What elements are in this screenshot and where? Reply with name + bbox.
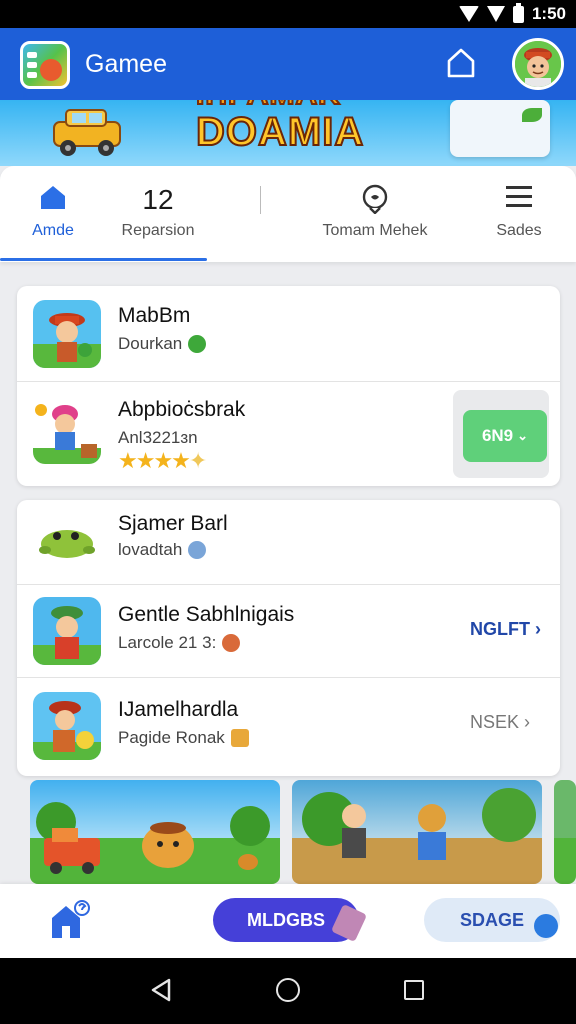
active-tab-indicator xyxy=(0,258,207,261)
game-list-card-2: Sjamer Barl lovadtah Gentle Sabhlnigais … xyxy=(17,500,560,776)
tab-number: 12 xyxy=(142,184,174,215)
tab-label: Sades xyxy=(496,222,542,239)
game-subtitle: Anl3221ɜn xyxy=(118,428,198,447)
list-item[interactable]: MabBm Dourkan xyxy=(17,286,560,382)
rating-stars: ★★★★✦ xyxy=(118,448,207,473)
chevron-down-icon: ⌄ xyxy=(517,428,529,443)
game-subtitle: lovadtah xyxy=(118,540,207,560)
recents-icon[interactable] xyxy=(404,980,424,1000)
app-title: Gamee xyxy=(85,50,167,78)
status-bar: 1:50 xyxy=(0,0,576,28)
system-home-icon[interactable] xyxy=(276,978,300,1002)
bottom-nav: MLDGBS SDAGE xyxy=(0,884,576,958)
row-action-link[interactable]: NSEK › xyxy=(470,712,530,733)
battery-icon xyxy=(512,2,524,23)
tab-tomam-mehek[interactable]: Tomam Mehek xyxy=(300,166,450,262)
game-title: MabBm xyxy=(118,304,191,327)
game-thumbnail[interactable] xyxy=(30,780,280,884)
game-title: Gentle Sabhlnigais xyxy=(118,603,295,626)
row-action-label: NGLFT xyxy=(470,619,530,639)
tab-label: Amde xyxy=(32,222,74,239)
home-icon[interactable] xyxy=(48,900,92,940)
install-button-label: 6N9 xyxy=(481,426,514,445)
list-item[interactable]: IJamelhardla Pagide Ronak NSEK › xyxy=(17,678,560,776)
tab-reparsion[interactable]: 12 Reparsion xyxy=(106,166,210,262)
game-subtitle: Pagide Ronak xyxy=(118,728,249,748)
system-nav-bar xyxy=(0,958,576,1024)
signal-icon xyxy=(458,6,479,22)
back-icon[interactable] xyxy=(150,978,172,1007)
tab-divider xyxy=(260,186,261,214)
leaf-badge-icon xyxy=(188,335,207,353)
game-icon xyxy=(33,692,101,760)
game-icon xyxy=(33,597,101,665)
row-action-label: NSEK xyxy=(470,712,520,732)
game-icon xyxy=(33,300,101,368)
home-icon xyxy=(38,184,68,215)
tab-amde[interactable]: Amde xyxy=(0,166,106,262)
status-time: 1:50 xyxy=(531,4,566,23)
app-header: Gamee xyxy=(0,28,576,100)
list-item[interactable]: Sjamer Barl lovadtah xyxy=(17,500,560,584)
banner-logo: IHPAMAK DOAMIA xyxy=(190,100,390,166)
gem-badge-icon xyxy=(188,541,207,559)
tab-sades[interactable]: Sades xyxy=(474,166,564,262)
game-title: IJamelhardla xyxy=(118,698,239,721)
wifi-icon xyxy=(486,6,505,22)
game-subtitle: Dourkan xyxy=(118,334,207,354)
chevron-right-icon: › xyxy=(524,712,531,732)
install-button-area: 6N9 ⌄ xyxy=(453,390,549,478)
game-subtitle-text: Pagide Ronak xyxy=(118,728,225,747)
chevron-right-icon: › xyxy=(535,619,542,639)
home-icon[interactable] xyxy=(444,46,478,80)
box-badge-icon xyxy=(230,729,249,747)
banner-logo-line2: DOAMIA xyxy=(195,109,365,155)
game-subtitle-text: Larcole 21 3: xyxy=(118,633,217,652)
game-icon xyxy=(33,506,101,574)
game-subtitle-text: Dourkan xyxy=(118,334,183,353)
tab-label: Tomam Mehek xyxy=(322,222,428,239)
banner-card[interactable] xyxy=(450,100,550,157)
game-thumbnail[interactable] xyxy=(292,780,542,884)
tool-badge-icon xyxy=(222,634,241,652)
promo-banner[interactable]: IHPAMAK DOAMIA xyxy=(0,100,576,166)
nav-pill2-label: SDAGE xyxy=(460,909,525,930)
nav-pill-label: MLDGBS xyxy=(247,909,325,930)
install-button[interactable]: 6N9 ⌄ xyxy=(463,410,547,462)
tab-bar: Amde 12 Reparsion Tomam Mehek Sades xyxy=(0,166,576,262)
game-thumbnail[interactable] xyxy=(554,780,576,884)
app-logo-icon[interactable] xyxy=(20,41,70,89)
avatar[interactable] xyxy=(512,38,564,90)
game-subtitle: Larcole 21 3: xyxy=(118,633,241,653)
list-item[interactable]: Abpbioċsbrak Anl3221ɜn ★★★★✦ 6N9 ⌄ xyxy=(17,382,560,486)
menu-icon xyxy=(505,184,533,215)
game-subtitle-text: lovadtah xyxy=(118,540,183,559)
chat-icon[interactable] xyxy=(534,914,558,938)
pin-icon xyxy=(361,184,389,219)
list-item[interactable]: Gentle Sabhlnigais Larcole 21 3: NGLFT › xyxy=(17,585,560,677)
tab-label: Reparsion xyxy=(121,222,195,239)
game-title: Sjamer Barl xyxy=(118,512,228,535)
game-title: Abpbioċsbrak xyxy=(118,398,246,421)
game-list-card: MabBm Dourkan Abpbioċsbrak Anl3221ɜn ★★★… xyxy=(17,286,560,486)
game-icon xyxy=(33,396,101,464)
leaf-icon xyxy=(522,108,542,122)
car-illustration-icon xyxy=(48,104,126,158)
row-action-link[interactable]: NGLFT › xyxy=(470,619,541,640)
